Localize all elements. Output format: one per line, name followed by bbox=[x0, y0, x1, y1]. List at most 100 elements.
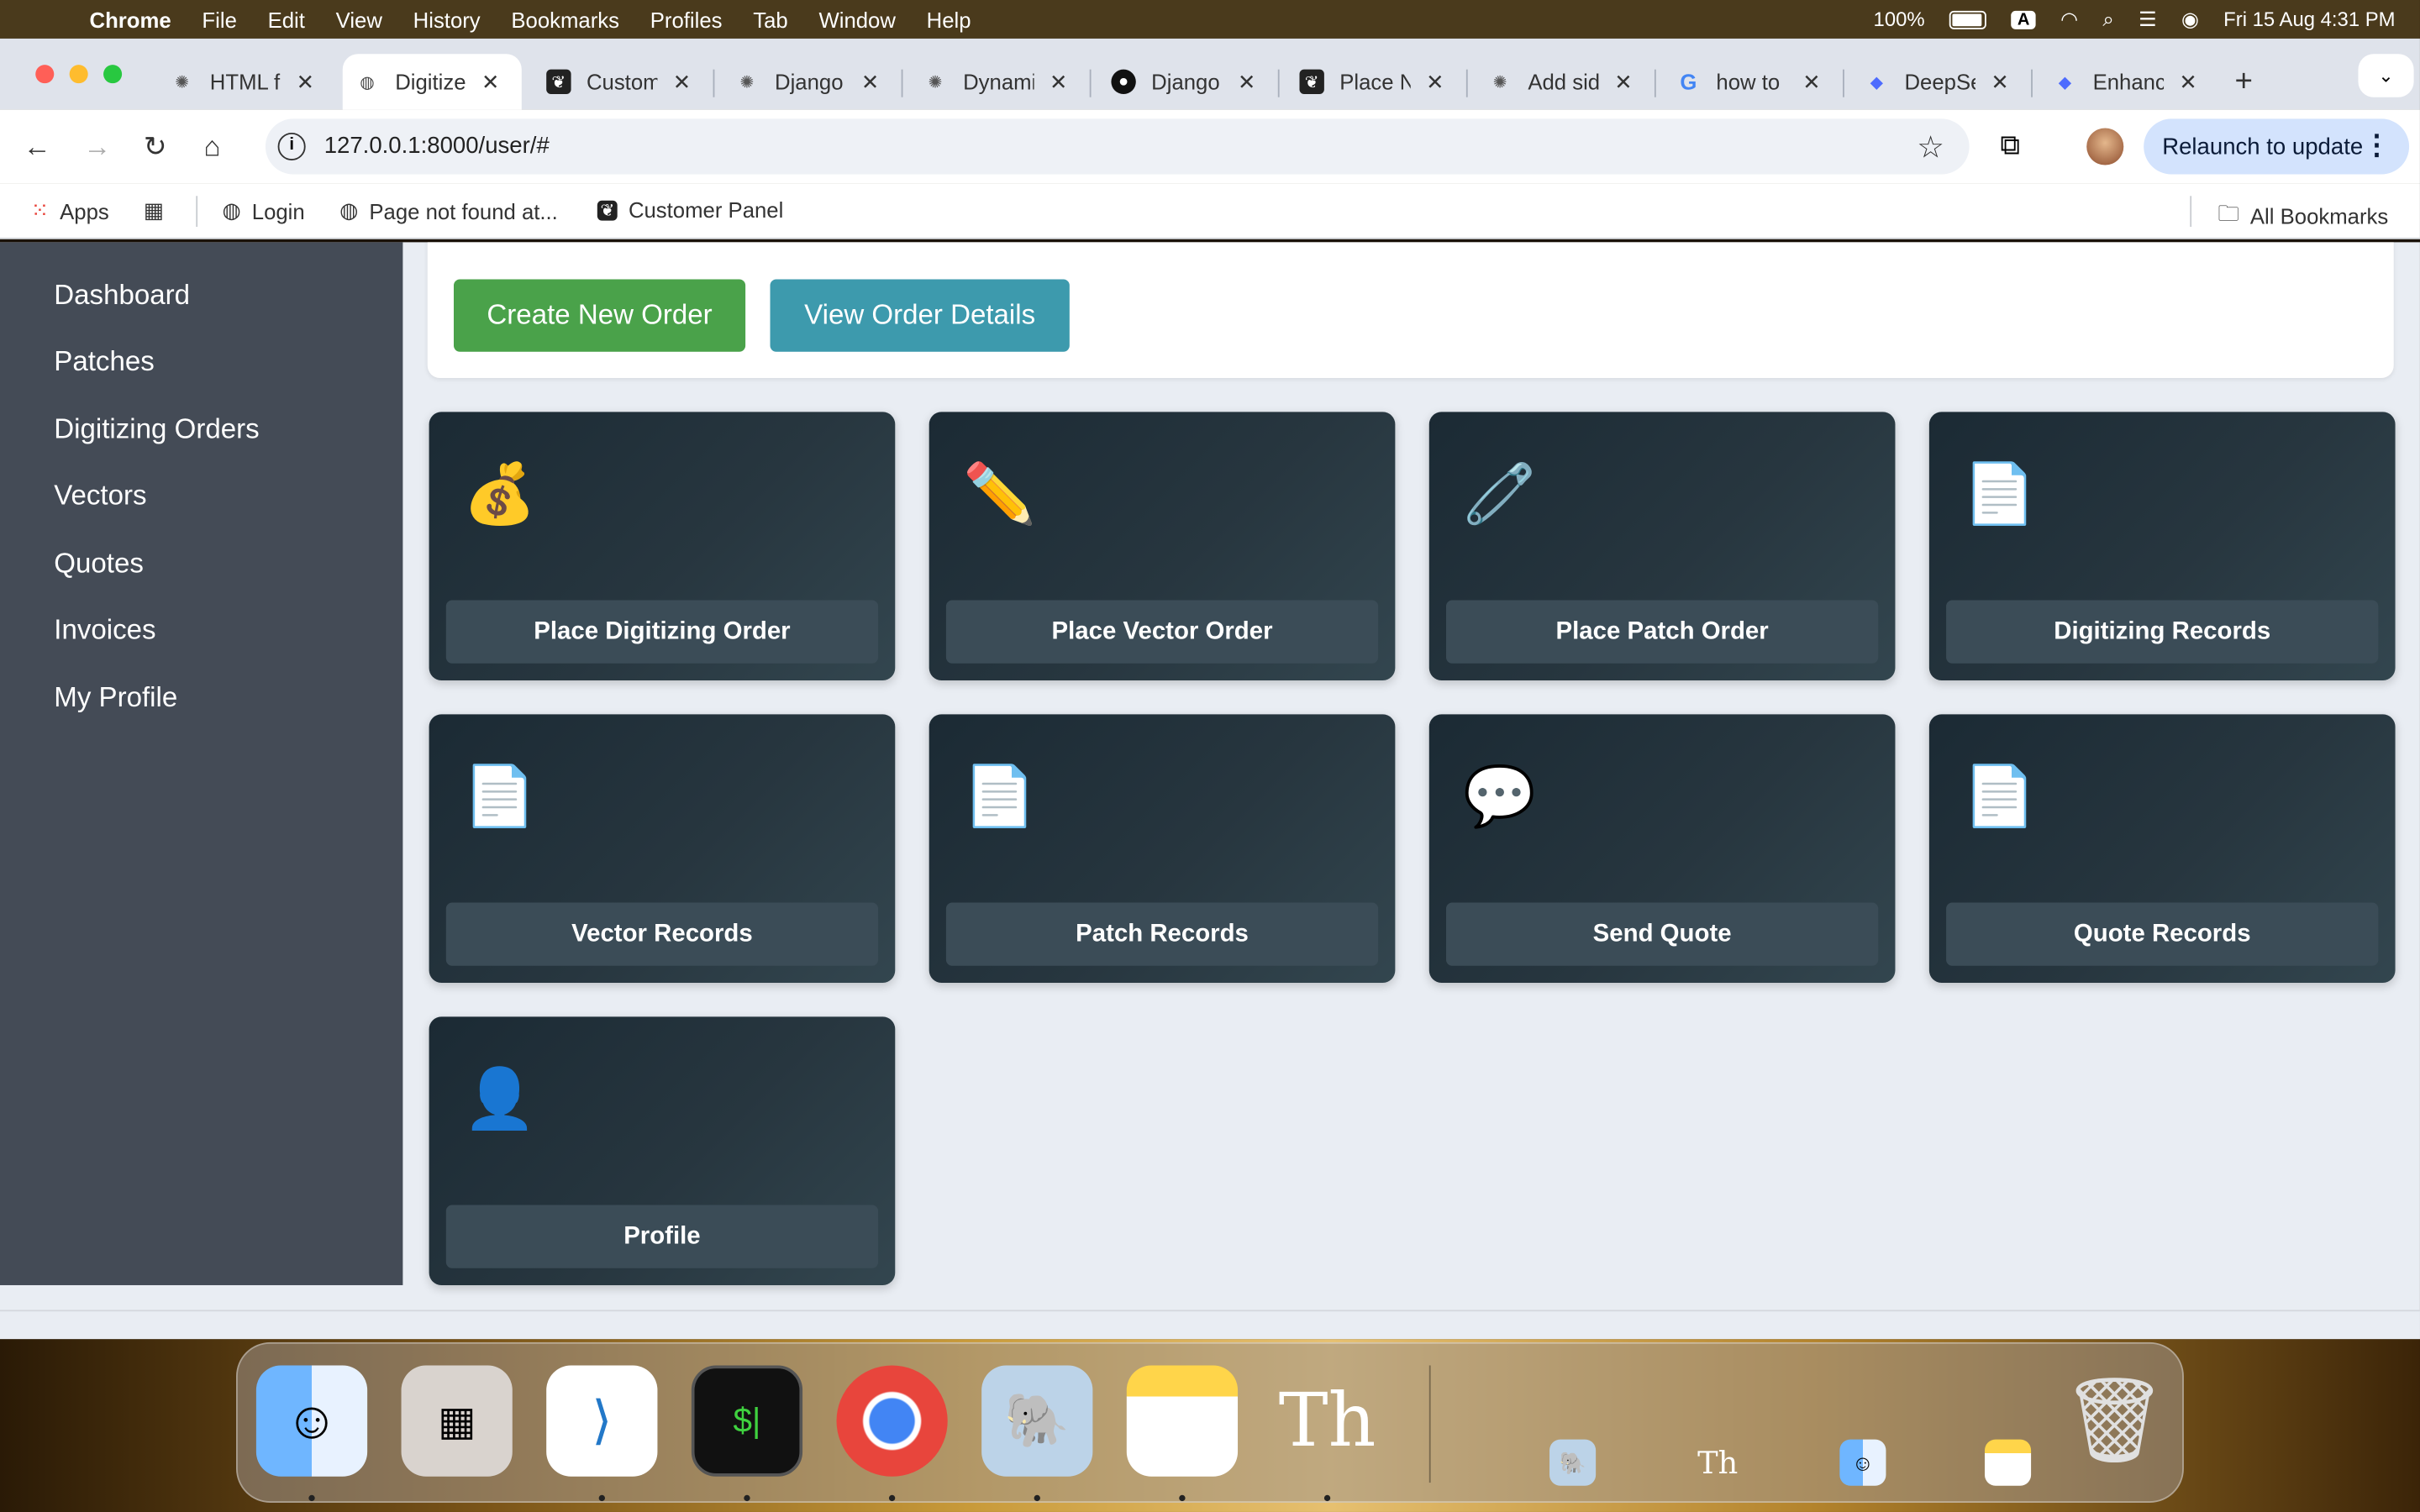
window-zoom-button[interactable] bbox=[103, 65, 123, 84]
sidebar-item-vectors[interactable]: Vectors bbox=[54, 480, 146, 512]
profile-avatar[interactable] bbox=[2086, 128, 2124, 165]
window-minimize-button[interactable] bbox=[69, 65, 88, 84]
bookmark-login[interactable]: ◍ Login bbox=[222, 197, 304, 223]
browser-tab[interactable]: ◆ Enhanc ✕ bbox=[2040, 54, 2210, 109]
browser-tab[interactable]: ❦ Custom ✕ bbox=[534, 54, 703, 109]
notes-icon[interactable] bbox=[1126, 1365, 1239, 1477]
browser-tab[interactable]: ✺ Dynami ✕ bbox=[911, 54, 1081, 109]
browser-tab[interactable]: ✺ Django ✕ bbox=[723, 54, 892, 109]
browser-tab[interactable]: ✺ HTML f ✕ bbox=[157, 54, 327, 109]
tile-send-quote[interactable]: 💬 Send Quote bbox=[1428, 714, 1896, 983]
browser-tab[interactable]: ✺ Add sid ✕ bbox=[1476, 54, 1645, 109]
window-close-button[interactable] bbox=[35, 65, 55, 84]
browser-tab[interactable]: ◆ DeepSe ✕ bbox=[1852, 54, 2022, 109]
tile-vector-records[interactable]: 📄 Vector Records bbox=[429, 714, 896, 983]
tile-digitizing-records[interactable]: 📄 Digitizing Records bbox=[1928, 412, 2396, 680]
address-url[interactable]: 127.0.0.1:8000/user/# bbox=[324, 133, 550, 159]
pgadmin-elephant-icon[interactable]: 🐘 bbox=[1549, 1439, 1597, 1486]
tile-place-digitizing-order[interactable]: 💰 Place Digitizing Order bbox=[429, 412, 896, 680]
address-bar[interactable]: i 127.0.0.1:8000/user/# ☆ bbox=[265, 118, 1970, 175]
sidebar-item-my-profile[interactable]: My Profile bbox=[54, 682, 177, 715]
sidebar-item-patches[interactable]: Patches bbox=[54, 345, 154, 378]
more-options-icon[interactable]: ⋮ bbox=[2363, 129, 2391, 162]
menu-view[interactable]: View bbox=[336, 7, 382, 31]
extensions-puzzle-icon[interactable]: ⧉ bbox=[2000, 129, 2020, 162]
notes-icon[interactable] bbox=[1984, 1439, 2032, 1486]
tab-close-icon[interactable]: ✕ bbox=[1614, 69, 1633, 95]
menu-clock[interactable]: Fri 15 Aug 4:31 PM bbox=[2223, 8, 2395, 31]
siri-icon[interactable]: ◉ bbox=[2181, 7, 2199, 31]
tab-close-icon[interactable]: ✕ bbox=[861, 69, 880, 95]
tab-close-icon[interactable]: ✕ bbox=[2179, 69, 2197, 95]
bookmark-star-icon[interactable]: ☆ bbox=[1917, 128, 1944, 166]
all-bookmarks-button[interactable]: 🗀 All Bookmarks bbox=[2217, 197, 2388, 234]
wifi-icon[interactable]: ◠ bbox=[2060, 7, 2078, 31]
reload-icon[interactable]: ↻ bbox=[144, 131, 167, 164]
tab-close-icon[interactable]: ✕ bbox=[481, 69, 500, 95]
menu-edit[interactable]: Edit bbox=[268, 7, 305, 31]
tab-close-icon[interactable]: ✕ bbox=[1802, 69, 1821, 95]
tab-close-icon[interactable]: ✕ bbox=[1050, 69, 1068, 95]
chrome-icon[interactable] bbox=[836, 1365, 948, 1477]
tile-label[interactable]: Place Digitizing Order bbox=[445, 600, 879, 664]
tile-label[interactable]: Profile bbox=[445, 1205, 879, 1268]
menu-bookmarks[interactable]: Bookmarks bbox=[511, 7, 619, 31]
control-center-icon[interactable]: ☰ bbox=[2139, 7, 2156, 31]
typora-icon[interactable]: Th bbox=[1695, 1440, 1741, 1486]
finder-icon[interactable]: ☺ bbox=[255, 1365, 368, 1477]
forward-arrow-icon[interactable]: → bbox=[83, 131, 111, 164]
tab-close-icon[interactable]: ✕ bbox=[1426, 69, 1444, 95]
home-icon[interactable]: ⌂ bbox=[203, 131, 220, 164]
tile-label[interactable]: Place Patch Order bbox=[1445, 600, 1879, 664]
tile-place-patch-order[interactable]: 🧷 Place Patch Order bbox=[1428, 412, 1896, 680]
menu-window[interactable]: Window bbox=[818, 7, 895, 31]
tile-label[interactable]: Place Vector Order bbox=[945, 600, 1379, 664]
launchpad-icon[interactable]: ▦ bbox=[401, 1365, 513, 1477]
sidebar-item-quotes[interactable]: Quotes bbox=[54, 548, 144, 580]
tile-label[interactable]: Digitizing Records bbox=[1946, 600, 2379, 664]
battery-icon[interactable] bbox=[1949, 9, 1987, 29]
browser-tab-active[interactable]: ◍ Digitize ✕ bbox=[342, 54, 522, 110]
menu-tab[interactable]: Tab bbox=[753, 7, 787, 31]
spotlight-search-icon[interactable]: ⌕ bbox=[2102, 7, 2113, 31]
bookmark-customer-panel[interactable]: ❦ Customer Panel bbox=[597, 197, 783, 222]
tile-patch-records[interactable]: 📄 Patch Records bbox=[929, 714, 1396, 983]
finder-icon[interactable]: ☺ bbox=[1839, 1439, 1886, 1486]
browser-tab[interactable]: ❦ Place N ✕ bbox=[1287, 54, 1457, 109]
menu-help[interactable]: Help bbox=[927, 7, 971, 31]
view-order-details-button[interactable]: View Order Details bbox=[770, 279, 1070, 352]
input-source-icon[interactable]: A bbox=[2011, 9, 2036, 29]
bookmark-apps[interactable]: ⁙ Apps bbox=[31, 197, 109, 223]
vscode-icon[interactable]: ⟩ bbox=[546, 1365, 658, 1477]
site-info-icon[interactable]: i bbox=[277, 132, 306, 161]
tile-label[interactable]: Vector Records bbox=[445, 902, 879, 966]
typora-icon[interactable]: Th bbox=[1271, 1365, 1382, 1476]
tile-quote-records[interactable]: 📄 Quote Records bbox=[1928, 714, 2396, 983]
tab-close-icon[interactable]: ✕ bbox=[297, 69, 315, 95]
tab-search-chevron-icon[interactable]: ⌄ bbox=[2358, 54, 2414, 97]
tab-close-icon[interactable]: ✕ bbox=[1238, 69, 1256, 95]
menu-profiles[interactable]: Profiles bbox=[650, 7, 723, 31]
bookmark-page-not-found[interactable]: ◍ Page not found at... bbox=[339, 197, 558, 223]
new-tab-plus-icon[interactable]: + bbox=[2235, 65, 2253, 100]
tile-label[interactable]: Quote Records bbox=[1946, 902, 2379, 966]
relaunch-to-update-button[interactable]: Relaunch to update ⋮ bbox=[2144, 118, 2410, 175]
tile-place-vector-order[interactable]: ✏️ Place Vector Order bbox=[929, 412, 1396, 680]
tile-profile[interactable]: 👤 Profile bbox=[429, 1016, 896, 1285]
pgadmin-elephant-icon[interactable]: 🐘 bbox=[981, 1365, 1093, 1477]
bookmark-tab-groups[interactable]: ▦ bbox=[144, 197, 164, 223]
browser-tab[interactable]: ● Django ✕ bbox=[1099, 54, 1269, 109]
menu-history[interactable]: History bbox=[413, 7, 481, 31]
sidebar-item-digitizing-orders[interactable]: Digitizing Orders bbox=[54, 413, 259, 446]
back-arrow-icon[interactable]: ← bbox=[24, 131, 51, 164]
tab-close-icon[interactable]: ✕ bbox=[1991, 69, 2009, 95]
tab-close-icon[interactable]: ✕ bbox=[673, 69, 692, 95]
tile-label[interactable]: Patch Records bbox=[945, 902, 1379, 966]
tile-label[interactable]: Send Quote bbox=[1445, 902, 1879, 966]
create-new-order-button[interactable]: Create New Order bbox=[453, 279, 746, 352]
menu-app-name[interactable]: Chrome bbox=[90, 7, 171, 31]
sidebar-item-dashboard[interactable]: Dashboard bbox=[54, 279, 190, 312]
browser-tab[interactable]: G how to ✕ bbox=[1664, 54, 1833, 109]
trash-icon[interactable]: 🗑 bbox=[2059, 1365, 2170, 1476]
terminal-icon[interactable]: $| bbox=[691, 1365, 803, 1477]
